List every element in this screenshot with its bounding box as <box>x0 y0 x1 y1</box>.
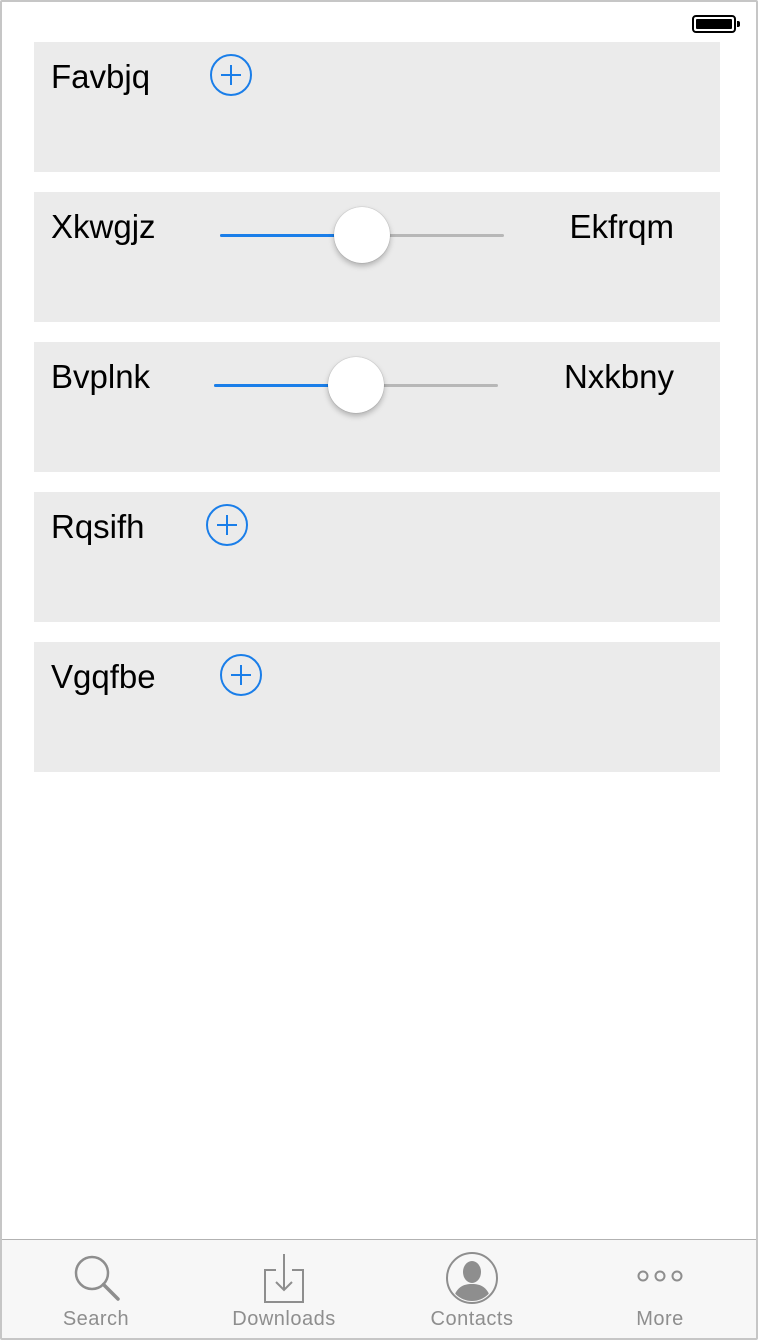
slider-thumb[interactable] <box>328 357 384 413</box>
tab-search[interactable]: Search <box>2 1240 190 1338</box>
tab-label: More <box>636 1308 684 1330</box>
slider-right-label: Ekfrqm <box>569 208 674 245</box>
card-favbjq: Favbjq <box>34 42 720 172</box>
add-button[interactable] <box>206 504 248 546</box>
more-icon <box>637 1270 683 1282</box>
tab-label: Contacts <box>430 1308 514 1330</box>
tab-bar: Search Downloads Contacts More <box>2 1239 756 1338</box>
tab-downloads[interactable]: Downloads <box>190 1240 378 1338</box>
search-icon <box>74 1255 120 1301</box>
download-icon <box>264 1254 304 1303</box>
card-xkwgjz: Xkwgjz Ekfrqm <box>34 192 720 322</box>
slider-right-label: Nxkbny <box>563 358 674 395</box>
add-button[interactable] <box>210 54 252 96</box>
tab-more[interactable]: More <box>566 1240 754 1338</box>
card-bvplnk: Bvplnk Nxkbny <box>34 342 720 472</box>
card-rqsifh: Rqsifh <box>34 492 720 622</box>
card-title: Favbjq <box>51 58 151 95</box>
slider[interactable] <box>220 207 504 263</box>
battery-icon <box>692 15 740 33</box>
tab-label: Search <box>62 1308 130 1330</box>
tab-contacts[interactable]: Contacts <box>378 1240 566 1338</box>
card-title: Rqsifh <box>51 508 145 545</box>
slider-left-label: Xkwgjz <box>51 208 156 245</box>
slider[interactable] <box>214 357 498 413</box>
card-vgqfbe: Vgqfbe <box>34 642 720 772</box>
add-button[interactable] <box>220 654 262 696</box>
slider-left-label: Bvplnk <box>51 358 151 395</box>
tab-label: Downloads <box>232 1308 336 1330</box>
app-screen: Favbjq Xkwgjz Ekfrqm Bvplnk Nxkbny Rqsif… <box>0 0 758 1340</box>
card-title: Vgqfbe <box>51 658 156 695</box>
slider-thumb[interactable] <box>334 207 390 263</box>
battery-level <box>696 19 732 29</box>
contact-icon <box>446 1252 498 1304</box>
